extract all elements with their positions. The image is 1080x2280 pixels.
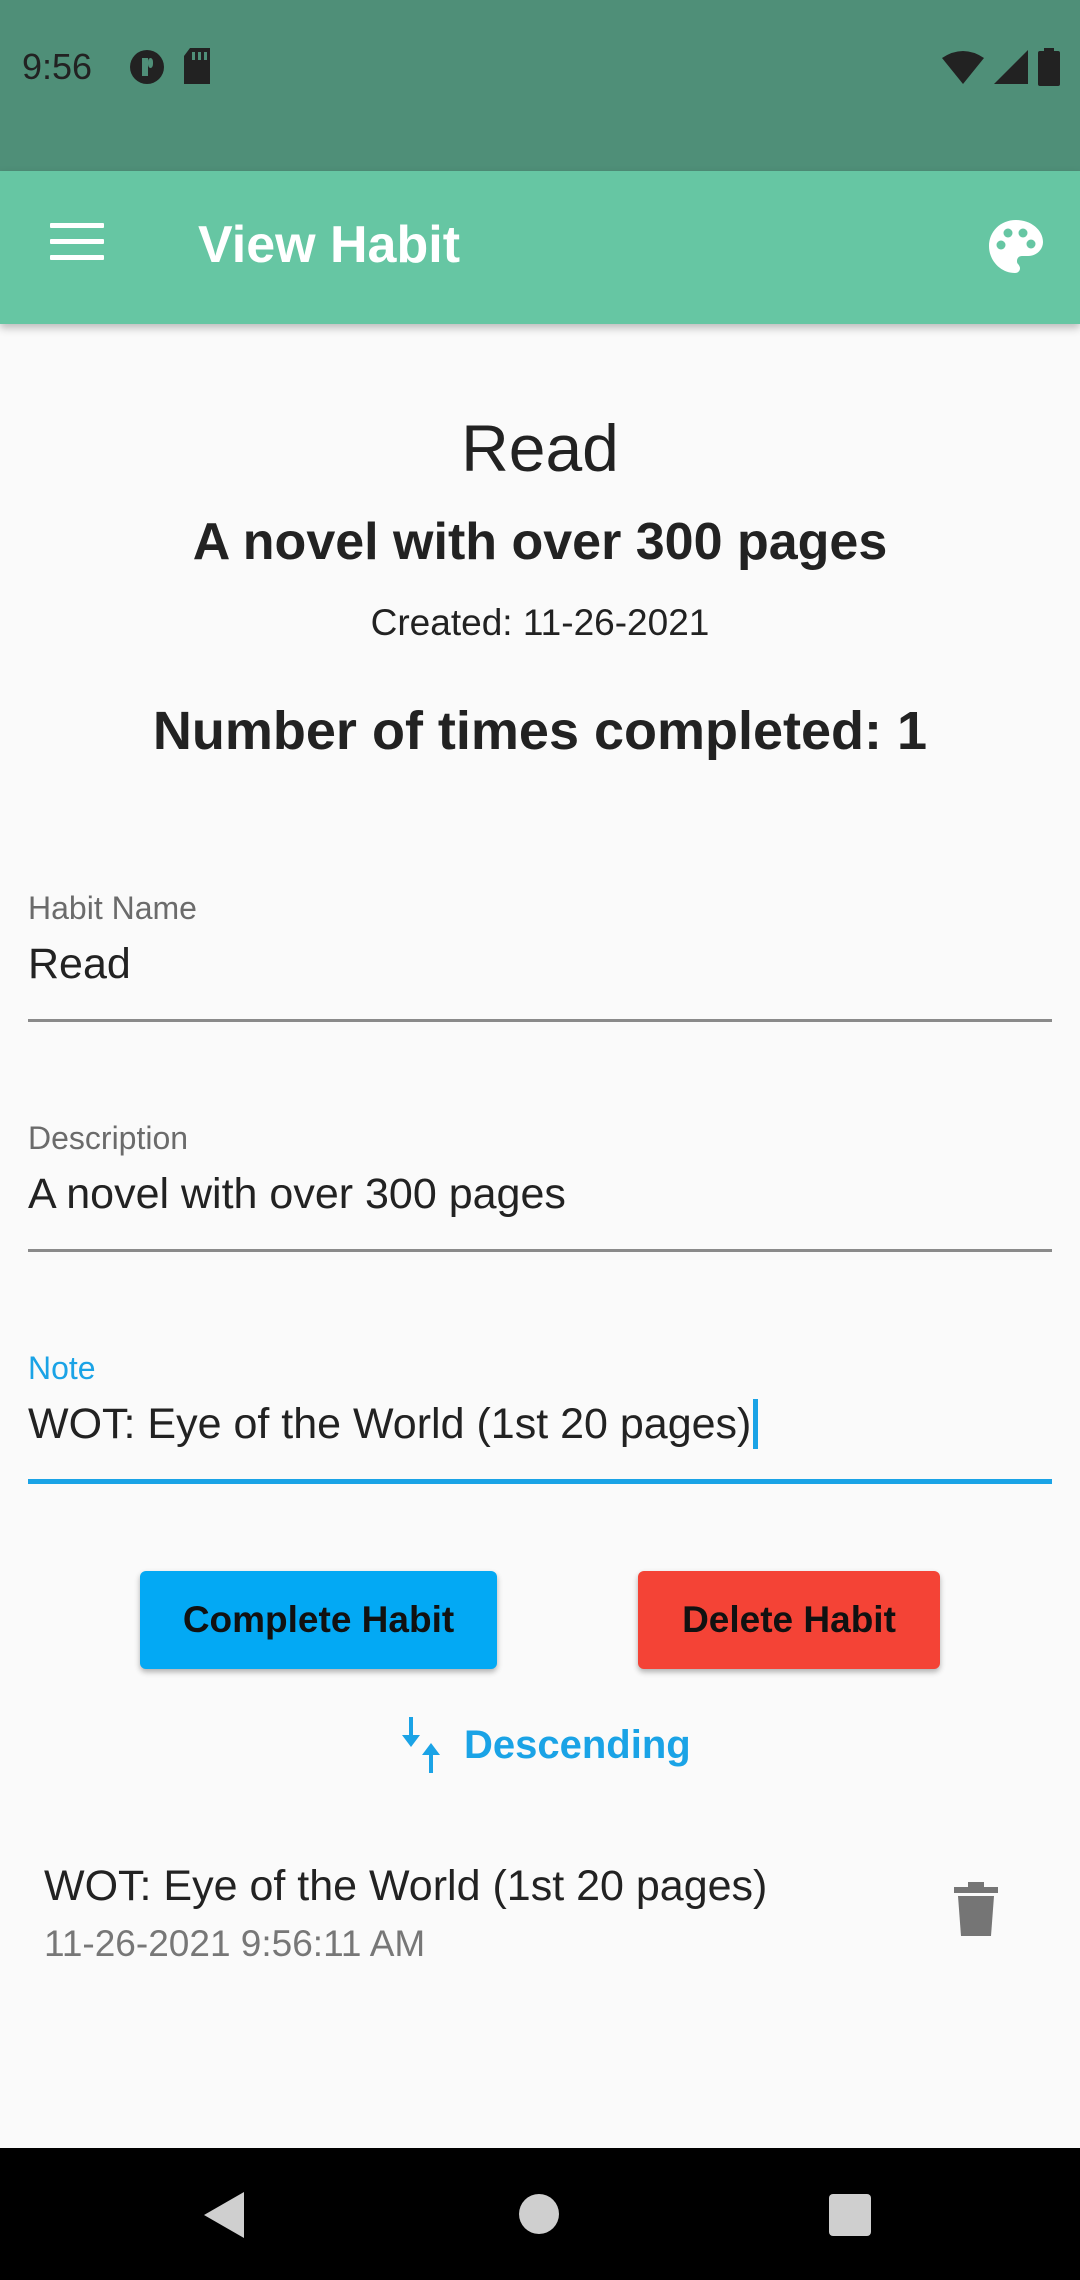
note-underline — [28, 1479, 1052, 1484]
home-icon[interactable] — [519, 2194, 559, 2234]
description-label: Description — [28, 1120, 189, 1156]
list-item: WOT: Eye of the World (1st 20 pages) 11-… — [44, 1862, 1036, 1982]
note-field: Note WOT: Eye of the World (1st 20 pages… — [28, 1350, 1052, 1484]
habit-created-date: Created: 11-26-2021 — [370, 602, 710, 643]
sd-card-icon — [184, 48, 210, 84]
sort-toggle[interactable]: Descending — [400, 1717, 691, 1773]
habit-name-input[interactable] — [28, 937, 1052, 991]
complete-habit-button[interactable]: Complete Habit — [140, 1571, 497, 1669]
note-item-text: WOT: Eye of the World (1st 20 pages) — [44, 1862, 768, 1910]
cell-signal-icon — [994, 50, 1028, 84]
app-bar: View Habit — [0, 171, 1080, 324]
habit-name-underline — [28, 1019, 1052, 1022]
status-time: 9:56 — [22, 46, 93, 87]
habit-description: A novel with over 300 pages — [192, 513, 888, 571]
back-icon[interactable] — [204, 2192, 244, 2238]
text-caret — [753, 1399, 759, 1449]
status-bar: 9:56 — [0, 0, 1080, 171]
note-input[interactable]: WOT: Eye of the World (1st 20 pages) — [28, 1397, 1052, 1451]
recents-icon[interactable] — [829, 2194, 871, 2236]
system-nav-bar — [0, 2148, 1080, 2280]
battery-icon — [1038, 48, 1060, 86]
note-input-text: WOT: Eye of the World (1st 20 pages) — [28, 1399, 752, 1448]
palette-icon[interactable] — [986, 217, 1046, 277]
sort-label: Descending — [464, 1722, 691, 1767]
completion-count: Number of times completed: 1 — [152, 701, 928, 761]
trash-icon[interactable] — [954, 1882, 998, 1936]
habit-name-field: Habit Name — [28, 890, 1052, 1022]
habit-name-label: Habit Name — [28, 890, 197, 926]
wifi-icon — [942, 51, 984, 84]
hamburger-menu-icon[interactable] — [50, 223, 104, 271]
description-input[interactable] — [28, 1167, 1052, 1221]
habit-title: Read — [461, 411, 619, 485]
description-field: Description — [28, 1120, 1052, 1252]
description-underline — [28, 1249, 1052, 1252]
page-title: View Habit — [198, 216, 461, 274]
delete-habit-button[interactable]: Delete Habit — [638, 1571, 940, 1669]
note-label: Note — [28, 1350, 96, 1386]
app-notification-icon — [130, 50, 164, 84]
note-item-timestamp: 11-26-2021 9:56:11 AM — [44, 1923, 426, 1964]
sort-arrows-icon — [402, 1717, 440, 1773]
